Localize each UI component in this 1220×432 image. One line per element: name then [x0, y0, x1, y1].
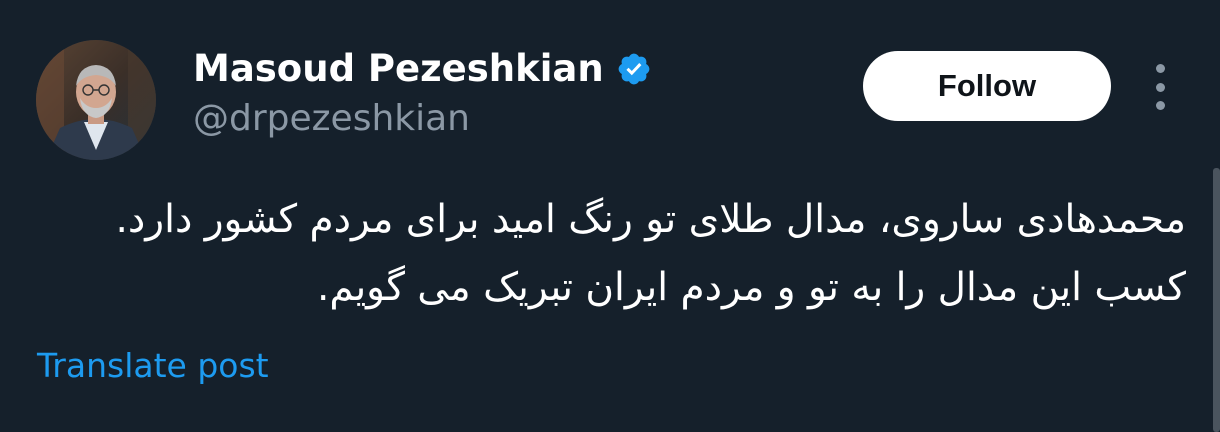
verified-badge-icon[interactable] — [616, 51, 652, 87]
more-vertical-icon[interactable] — [1146, 64, 1174, 110]
scrollbar-thumb[interactable] — [1213, 168, 1220, 432]
avatar-image — [36, 40, 156, 160]
display-name[interactable]: Masoud Pezeshkian — [193, 46, 604, 92]
post-text: محمدهادی ساروی، مدال طلای تو رنگ امید بر… — [40, 186, 1186, 322]
more-dot — [1155, 101, 1165, 110]
tweet-card: Masoud Pezeshkian @drpezeshkian Follow م… — [0, 0, 1220, 432]
follow-button[interactable]: Follow — [863, 51, 1111, 121]
author-name-row: Masoud Pezeshkian — [193, 46, 652, 92]
translate-post-link[interactable]: Translate post — [37, 344, 269, 388]
avatar[interactable] — [36, 40, 156, 160]
post-line: کسب این مدال را به تو و مردم ایران تبریک… — [316, 265, 1186, 310]
more-dot — [1155, 82, 1165, 92]
more-dot — [1155, 64, 1165, 73]
author-handle[interactable]: @drpezeshkian — [193, 96, 470, 142]
post-line: محمدهادی ساروی، مدال طلای تو رنگ امید بر… — [115, 197, 1186, 242]
